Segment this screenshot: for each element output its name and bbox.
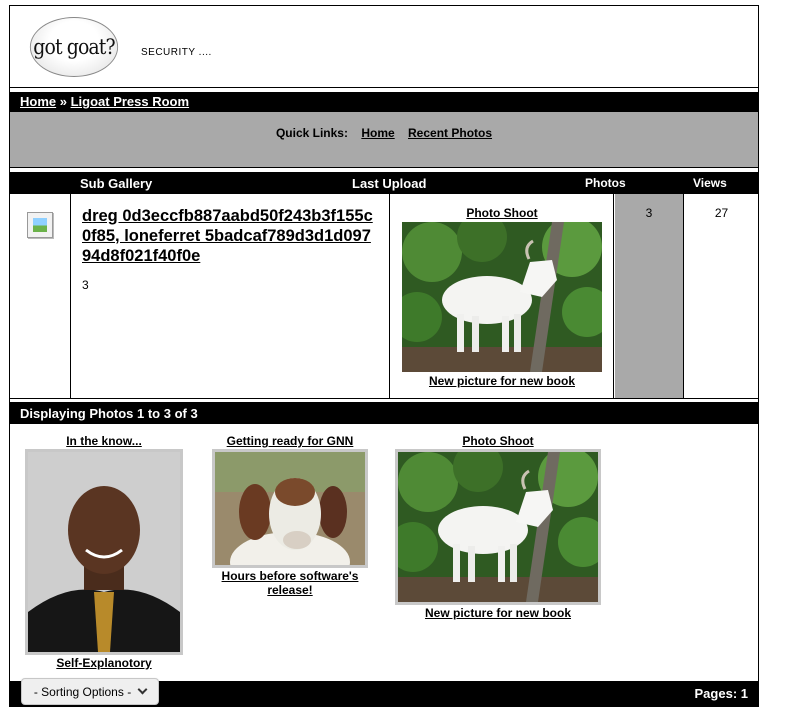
photo-item: Getting ready for GNN Hours before softw… [211, 434, 369, 597]
tagline: SECURITY .... [141, 47, 212, 58]
photo-title-link[interactable]: Getting ready for GNN [211, 434, 369, 448]
chevron-down-icon [137, 684, 148, 695]
photo-caption-link[interactable]: Self-Explanotory [24, 656, 184, 670]
photos-count-cell: 3 [615, 194, 684, 398]
pages-indicator: Pages: 1 [694, 686, 748, 701]
last-upload-title[interactable]: Photo Shoot [391, 206, 613, 220]
quick-links-label: Quick Links: [275, 126, 348, 140]
quick-link-recent-photos[interactable]: Recent Photos [408, 126, 492, 140]
breadcrumb-current-link[interactable]: Ligoat Press Room [71, 94, 189, 109]
views-count-cell: 27 [714, 206, 729, 220]
breadcrumb-separator: » [56, 94, 71, 109]
photo-caption-link[interactable]: New picture for new book [395, 606, 601, 620]
portrait-photo[interactable] [25, 449, 183, 655]
photo-item: In the know... Self-Explanotory [24, 434, 184, 670]
sub-gallery-row: dreg 0d3eccfb887aabd50f243b3f155c0f85, l… [10, 194, 758, 399]
quick-links-bar: Quick Links: Home Recent Photos [10, 112, 758, 168]
breadcrumb: Home » Ligoat Press Room [10, 92, 758, 112]
last-upload-goat-photo[interactable] [402, 222, 602, 372]
gallery-icon-cell [10, 194, 71, 398]
column-sub-gallery: Sub Gallery [80, 176, 153, 191]
quick-link-home[interactable]: Home [361, 126, 394, 140]
photo-caption-link[interactable]: Hours before software's release! [211, 569, 369, 597]
photo-item: Photo Shoot New picture for new book [395, 434, 601, 620]
white-goat-photo[interactable] [395, 449, 601, 605]
display-status-text: Displaying Photos 1 to 3 of 3 [20, 406, 198, 421]
column-last-upload: Last Upload [352, 176, 427, 191]
sub-gallery-count: 3 [82, 278, 89, 292]
gallery-name-cell: dreg 0d3eccfb887aabd50f243b3f155c0f85, l… [72, 194, 390, 398]
site-logo[interactable]: got goat? [29, 17, 119, 77]
page-frame: got goat? SECURITY .... Home » Ligoat Pr… [9, 5, 759, 707]
column-views: Views [693, 176, 727, 190]
column-photos: Photos [585, 176, 626, 190]
breadcrumb-home-link[interactable]: Home [20, 94, 56, 109]
logo-text: got goat? [33, 35, 115, 59]
sub-gallery-link[interactable]: dreg 0d3eccfb887aabd50f243b3f155c0f85, l… [82, 206, 379, 266]
last-upload-cell: Photo Shoot New picture for new book [391, 194, 614, 398]
goat-closeup-photo[interactable] [212, 449, 368, 568]
last-upload-caption[interactable]: New picture for new book [391, 374, 613, 388]
site-header: got goat? SECURITY .... [10, 6, 758, 88]
photo-title-link[interactable]: Photo Shoot [395, 434, 601, 448]
gallery-column-header: Sub Gallery Last Upload Photos Views [10, 172, 758, 194]
photo-title-link[interactable]: In the know... [24, 434, 184, 448]
sorting-options-select[interactable]: - Sorting Options - [21, 678, 159, 705]
gallery-folder-icon[interactable] [27, 212, 53, 238]
display-status-bar: Displaying Photos 1 to 3 of 3 [10, 402, 758, 424]
sorting-options-label: - Sorting Options - [33, 684, 132, 699]
